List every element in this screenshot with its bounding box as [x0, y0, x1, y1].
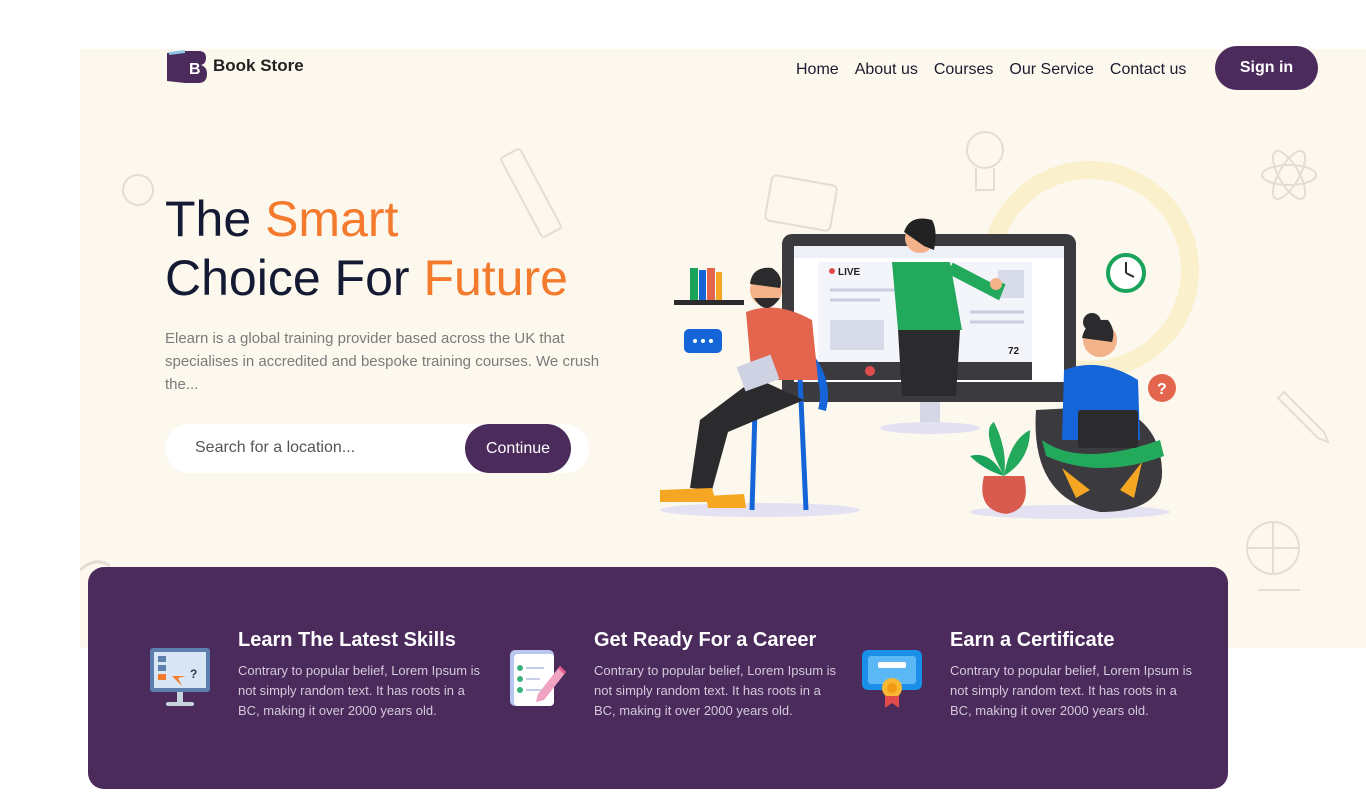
- circle-doodle: [122, 174, 154, 206]
- monitor-stand: [920, 402, 940, 424]
- features-band: ? Learn The Latest Skills Contrary to po…: [88, 567, 1228, 789]
- lightbulb-doodle: [966, 131, 1004, 169]
- svg-text:?: ?: [190, 667, 197, 681]
- live-label: LIVE: [838, 267, 861, 278]
- feature-text-career: Contrary to popular belief, Lorem Ipsum …: [594, 663, 837, 718]
- page: B Book Store Home About us Courses Our S…: [0, 0, 1366, 808]
- nav-home[interactable]: Home: [796, 61, 839, 79]
- live-dot: [829, 268, 835, 274]
- certificate-icon: [862, 650, 922, 708]
- feature-text-skills: Contrary to popular belief, Lorem Ipsum …: [238, 663, 481, 718]
- nav-courses[interactable]: Courses: [934, 61, 994, 79]
- feature-title-skills: Learn The Latest Skills: [238, 629, 456, 651]
- atom-orbit-1: [1261, 164, 1317, 186]
- nav-our-service[interactable]: Our Service: [1009, 61, 1093, 79]
- nav-contact-us[interactable]: Contact us: [1110, 61, 1186, 79]
- viewer-count: 72: [1008, 346, 1020, 357]
- brand-name: Book Store: [213, 56, 304, 75]
- ruler-doodle: [500, 148, 562, 238]
- presentation-board-icon: ?: [150, 648, 210, 706]
- lightbulb-base-doodle: [975, 168, 995, 191]
- pencil-doodle: [1276, 390, 1330, 444]
- feature-title-certificate: Earn a Certificate: [950, 629, 1115, 651]
- end-call-icon: [865, 366, 875, 376]
- svg-text:?: ?: [1157, 381, 1167, 398]
- main-nav: Home About us Courses Our Service Contac…: [796, 61, 1186, 79]
- video-thumbnail: [830, 320, 884, 350]
- online-learning-illustration: LIVE 72 ?: [80, 131, 1330, 591]
- potted-plant: [970, 422, 1030, 514]
- tablet-doodle: [764, 174, 838, 232]
- bookshelf: [674, 268, 744, 305]
- sign-in-button[interactable]: Sign in: [1215, 46, 1318, 90]
- book-logo-icon: B: [167, 50, 207, 83]
- monitor-base: [880, 422, 980, 434]
- logo-letter: B: [189, 61, 201, 78]
- feature-text-certificate: Contrary to popular belief, Lorem Ipsum …: [950, 663, 1193, 718]
- nav-about-us[interactable]: About us: [855, 61, 918, 79]
- feature-title-career: Get Ready For a Career: [594, 629, 817, 651]
- brand-logo[interactable]: B Book Store: [165, 49, 304, 83]
- checklist-pencil-icon: [510, 650, 566, 706]
- floor-shadow-left: [660, 503, 860, 517]
